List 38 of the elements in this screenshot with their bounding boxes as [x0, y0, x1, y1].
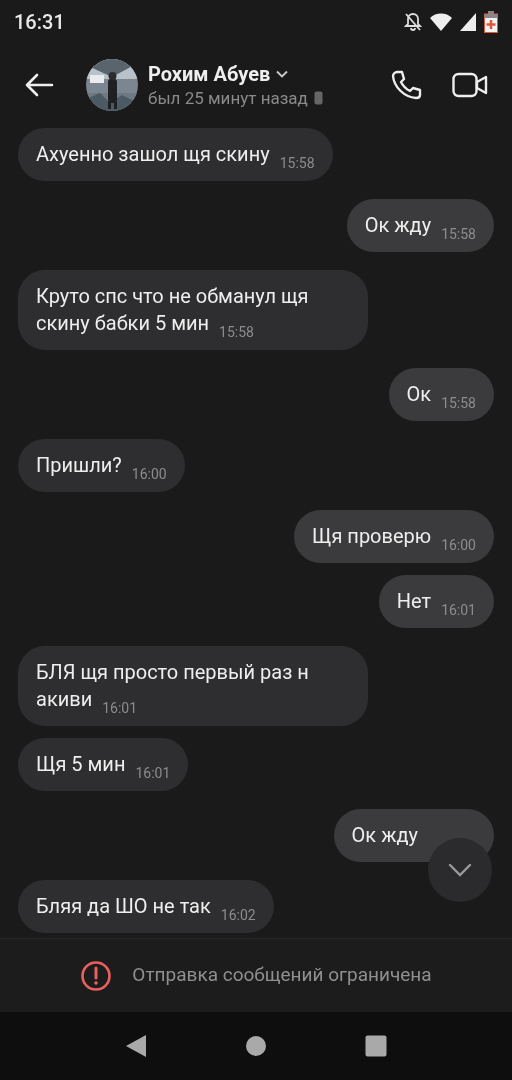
nav-back-icon[interactable] [125, 1034, 147, 1058]
message-bubble[interactable]: Пришли? 16:00 [18, 439, 185, 492]
chevron-down-icon[interactable] [448, 863, 472, 877]
message-time: 16:02 [220, 907, 256, 923]
message-time: 15:58 [441, 395, 476, 411]
message-time: 15:58 [219, 324, 254, 340]
message-bubble[interactable]: Нет 16:01 [378, 575, 494, 628]
nav-recents-icon[interactable] [365, 1035, 387, 1057]
message-bubble[interactable]: БЛЯ щя просто первый раз н акиви 16:01 [18, 646, 368, 726]
last-seen-text: был 25 минут назад [148, 86, 308, 109]
contact-name[interactable]: Рохим Абуев [148, 60, 271, 87]
message-time: 15:58 [441, 226, 476, 242]
message-bubble[interactable]: Щя проверю 16:00 [294, 510, 494, 563]
message-time: 16:00 [441, 537, 476, 553]
message-time: 16:01 [135, 765, 171, 781]
wifi-icon [430, 13, 452, 31]
restriction-notice: Отправка сообщений ограничена [132, 962, 432, 989]
message-bubble[interactable]: Круто спс что не обманул щя скину бабки 5 мин 15:58 [18, 270, 368, 350]
message-time: 16:01 [102, 700, 138, 716]
message-bubble[interactable]: Ок 15:58 [388, 368, 494, 421]
phone-call-icon[interactable] [390, 68, 422, 101]
nav-home-icon[interactable] [245, 1035, 267, 1057]
chevron-down-icon[interactable] [276, 69, 289, 78]
video-call-icon[interactable] [452, 71, 488, 98]
signal-icon [460, 13, 476, 31]
phone-device-icon [313, 90, 323, 105]
status-time: 16:31 [14, 9, 65, 36]
message-bubble[interactable]: Щя 5 мин 16:01 [18, 738, 189, 791]
message-time: 16:01 [441, 602, 476, 618]
message-bubble[interactable]: Ок жду 15:58 [346, 199, 494, 252]
message-time: 15:58 [279, 155, 315, 171]
message-time: 16:00 [131, 466, 167, 482]
message-bubble[interactable]: Ахуенно зашол щя скину 15:58 [18, 128, 333, 181]
bell-off-icon [404, 12, 422, 32]
back-arrow-icon[interactable] [24, 72, 54, 97]
warning-icon [80, 959, 113, 992]
message-bubble[interactable]: Бляя да ШО не так 16:02 [18, 880, 274, 933]
battery-icon [484, 11, 498, 33]
